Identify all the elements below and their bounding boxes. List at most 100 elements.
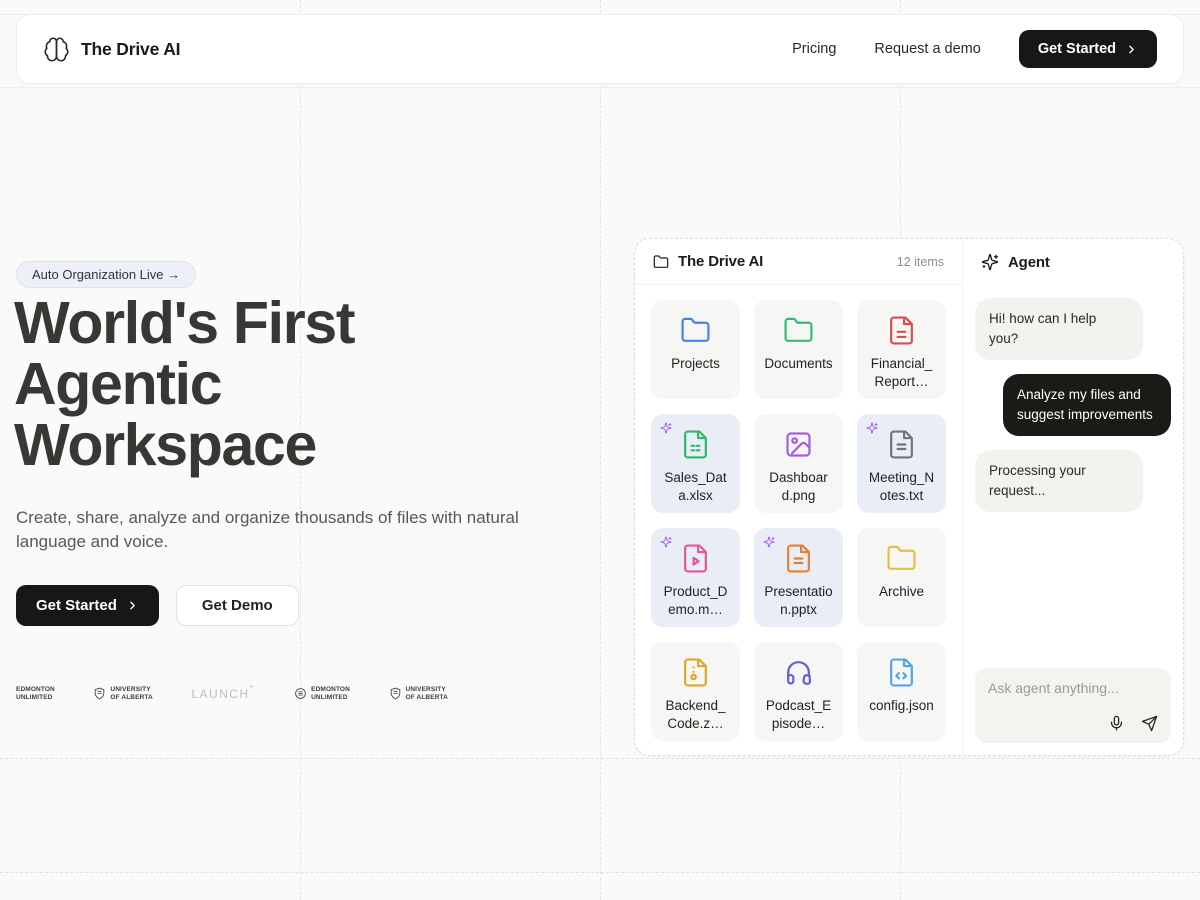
file-tile-config-json[interactable]: config.json [857, 642, 946, 741]
hero-cta-row: Get Started Get Demo [16, 585, 299, 626]
logo-text: UNLIMITED [16, 694, 55, 701]
ai-sparkle-icon [763, 536, 775, 548]
brand-name: The Drive AI [81, 39, 180, 60]
auto-organization-badge[interactable]: Auto Organization Live → [16, 261, 196, 288]
logo-text: OF ALBERTA [406, 694, 448, 701]
logo-text: LAUNCH [191, 687, 249, 701]
file-name: Sales_Data.xlsx [656, 469, 735, 504]
agent-input-field[interactable] [988, 680, 1158, 696]
code-file-icon [886, 657, 917, 688]
agent-input-box[interactable] [975, 668, 1171, 743]
nav-link-request-demo[interactable]: Request a demo [874, 41, 980, 57]
zip-file-icon [680, 657, 711, 688]
file-name: Meeting_Notes.txt [862, 469, 941, 504]
send-icon [1141, 715, 1158, 732]
grid-hline [0, 87, 1200, 88]
nav-link-pricing[interactable]: Pricing [792, 41, 836, 57]
spreadsheet-icon [680, 429, 711, 460]
file-tile-backend-code[interactable]: Backend_Code.z… [651, 642, 740, 741]
image-icon [783, 429, 814, 460]
files-grid: Projects Documents Financial_Report… Sal… [635, 285, 962, 756]
top-nav: The Drive AI Pricing Request a demo Get … [16, 14, 1184, 84]
file-name: Presentation.pptx [759, 583, 838, 618]
agent-panel-header: Agent [963, 239, 1183, 285]
document-icon [886, 315, 917, 346]
user-message: Analyze my files and suggest improvement… [1003, 374, 1171, 436]
edmonton-mark-icon [294, 687, 307, 700]
ai-sparkle-icon [866, 422, 878, 434]
files-panel-header: The Drive AI 12 items [635, 239, 962, 285]
nav-get-started-label: Get Started [1038, 41, 1116, 57]
file-tile-product-demo[interactable]: Product_Demo.m… [651, 528, 740, 627]
hero-subtitle: Create, share, analyze and organize thou… [16, 506, 524, 554]
file-name: config.json [862, 697, 941, 715]
ai-sparkle-icon [660, 536, 672, 548]
file-name: Projects [656, 355, 735, 373]
logo-university-of-alberta: UNIVERSITY OF ALBERTA [389, 686, 448, 701]
logo-sup: + [249, 682, 255, 691]
hero-get-demo-button[interactable]: Get Demo [176, 585, 299, 626]
files-panel: The Drive AI 12 items Projects Documents… [635, 239, 963, 755]
document-icon [886, 429, 917, 460]
file-tile-dashboard[interactable]: Dashboard.png [754, 414, 843, 513]
sparkles-icon [981, 253, 999, 271]
agent-input-actions [988, 715, 1158, 732]
file-tile-documents[interactable]: Documents [754, 300, 843, 399]
badge-label: Auto Organization Live → [32, 267, 180, 282]
file-name: Financial_Report… [862, 355, 941, 390]
file-name: Dashboard.png [759, 469, 838, 504]
items-count: 12 items [897, 255, 944, 269]
logo-text: EDMONTON [311, 686, 350, 693]
presentation-file-icon [783, 543, 814, 574]
mic-icon [1108, 715, 1125, 732]
shield-icon [389, 687, 402, 700]
agent-panel-title: Agent [1008, 254, 1050, 271]
chevron-right-icon [126, 599, 139, 612]
shield-icon [93, 687, 106, 700]
file-tile-archive[interactable]: Archive [857, 528, 946, 627]
logo-edmonton-unlimited: EDMONTON UNLIMITED [294, 686, 350, 701]
file-tile-financial-report[interactable]: Financial_Report… [857, 300, 946, 399]
chevron-right-icon [1125, 43, 1138, 56]
brand[interactable]: The Drive AI [43, 36, 180, 63]
folder-icon [886, 543, 917, 574]
grid-hline [0, 758, 1200, 759]
file-tile-sales-data[interactable]: Sales_Data.xlsx [651, 414, 740, 513]
assistant-message: Hi! how can I help you? [975, 298, 1143, 360]
headphones-icon [783, 657, 814, 688]
ai-sparkle-icon [660, 422, 672, 434]
hero-get-started-button[interactable]: Get Started [16, 585, 159, 626]
file-name: Product_Demo.m… [656, 583, 735, 618]
file-tile-podcast-episode[interactable]: Podcast_Episode… [754, 642, 843, 741]
file-name: Archive [862, 583, 941, 601]
logo-edmonton-unlimited: EDMONTON UNLIMITED [16, 686, 55, 701]
demo-card: The Drive AI 12 items Projects Documents… [634, 238, 1184, 756]
logo-text: UNIVERSITY [110, 686, 152, 693]
logo-text: UNLIMITED [311, 694, 350, 701]
logo-university-of-alberta: UNIVERSITY OF ALBERTA [93, 686, 152, 701]
logo-launch: LAUNCH+ [191, 686, 255, 701]
brain-logo-icon [43, 36, 70, 63]
nav-links: Pricing Request a demo Get Started [792, 30, 1157, 68]
file-tile-presentation[interactable]: Presentation.pptx [754, 528, 843, 627]
chat-messages: Hi! how can I help you? Analyze my files… [963, 285, 1183, 668]
mic-button[interactable] [1108, 715, 1125, 732]
grid-vline [600, 0, 601, 900]
hero-title: World's First Agentic Workspace [14, 293, 494, 475]
files-panel-title: The Drive AI [678, 253, 763, 270]
nav-get-started-button[interactable]: Get Started [1019, 30, 1157, 68]
folder-icon [783, 315, 814, 346]
file-tile-meeting-notes[interactable]: Meeting_Notes.txt [857, 414, 946, 513]
send-button[interactable] [1141, 715, 1158, 732]
file-name: Backend_Code.z… [656, 697, 735, 732]
partner-logos: EDMONTON UNLIMITED UNIVERSITY OF ALBERTA… [16, 686, 448, 701]
file-name: Documents [759, 355, 838, 373]
agent-panel: Agent Hi! how can I help you? Analyze my… [963, 239, 1183, 755]
folder-icon [653, 254, 669, 270]
grid-hline [0, 872, 1200, 873]
logo-text: UNIVERSITY [406, 686, 448, 693]
assistant-message: Processing your request... [975, 450, 1143, 512]
file-tile-projects[interactable]: Projects [651, 300, 740, 399]
hero-get-started-label: Get Started [36, 597, 117, 614]
logo-text: OF ALBERTA [110, 694, 152, 701]
